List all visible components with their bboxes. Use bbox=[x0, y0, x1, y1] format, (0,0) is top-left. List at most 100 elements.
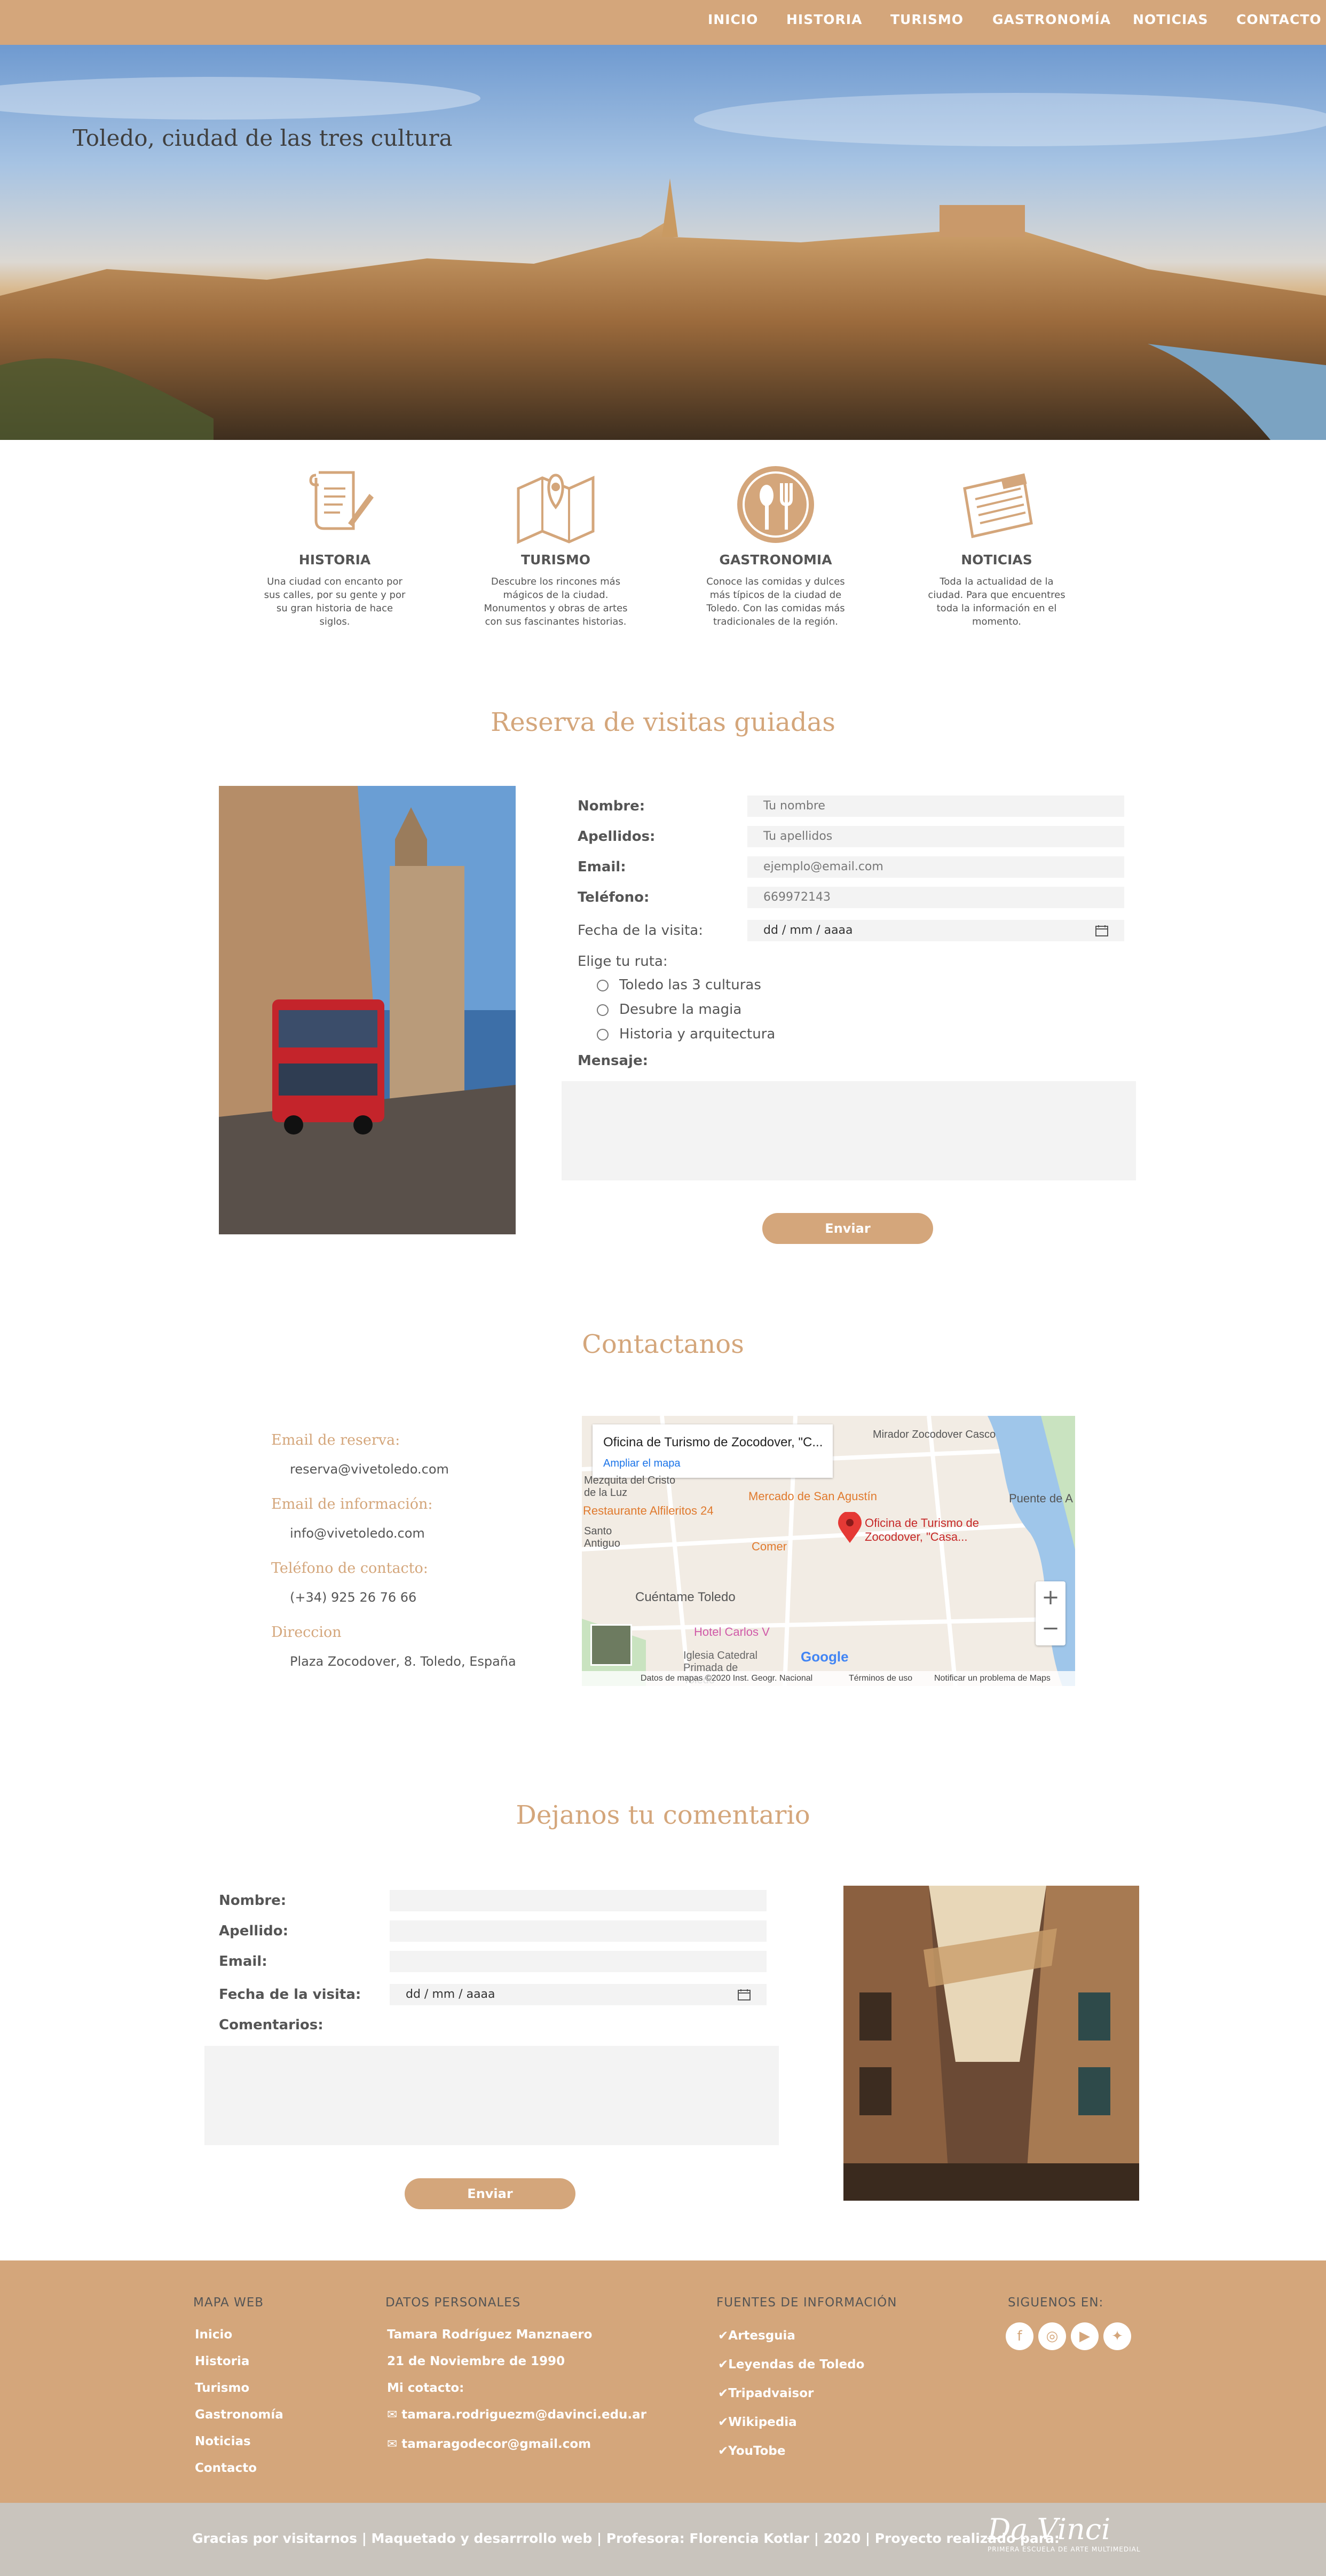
map-place[interactable]: Puente de A bbox=[1009, 1492, 1073, 1506]
map-place[interactable]: Santo Antiguo bbox=[584, 1525, 643, 1550]
route-radio-1[interactable]: Toledo las 3 culturas bbox=[597, 977, 761, 993]
twitter-icon[interactable]: ✦ bbox=[1103, 2322, 1131, 2350]
map-zoom-controls: + − bbox=[1036, 1581, 1065, 1645]
feature-turismo: TURISMO Descubre los rincones más mágico… bbox=[484, 464, 628, 628]
map-place[interactable]: Restaurante Alfileritos 24 bbox=[583, 1504, 714, 1518]
map-pin[interactable] bbox=[838, 1511, 862, 1546]
cutlery-icon bbox=[737, 466, 814, 543]
check-icon: ✔ bbox=[718, 2444, 729, 2458]
map-card-title: Oficina de Turismo de Zocodover, "C... bbox=[603, 1435, 823, 1450]
footer-contacto-label: Mi cotacto: bbox=[387, 2381, 464, 2395]
footer-link-historia[interactable]: Historia bbox=[195, 2354, 249, 2368]
direccion-value: Plaza Zocodover, 8. Toledo, España bbox=[290, 1654, 516, 1669]
zoom-in-button[interactable]: + bbox=[1036, 1581, 1065, 1613]
footer-email-1[interactable]: ✉ tamara.rodriguezm@davinci.edu.ar bbox=[387, 2408, 646, 2422]
email-reserva-value[interactable]: reserva@vivetoledo.com bbox=[290, 1462, 449, 1477]
footer-email-2-text: tamaragodecor@gmail.com bbox=[401, 2437, 591, 2451]
c-nombre-label: Nombre: bbox=[219, 1893, 287, 1909]
facebook-icon[interactable]: f bbox=[1006, 2322, 1033, 2350]
footer-fuente-5[interactable]: ✔YouTobe bbox=[718, 2444, 786, 2458]
comentario-submit-button[interactable]: Enviar bbox=[405, 2178, 575, 2209]
mensaje-label: Mensaje: bbox=[578, 1053, 648, 1069]
instagram-icon[interactable]: ◎ bbox=[1038, 2322, 1066, 2350]
fecha-placeholder: dd / mm / aaaa bbox=[763, 924, 853, 937]
c-email-label: Email: bbox=[219, 1953, 267, 1970]
footer-email-2[interactable]: ✉ tamaragodecor@gmail.com bbox=[387, 2437, 591, 2451]
mail-icon: ✉ bbox=[387, 2437, 402, 2451]
fecha-input[interactable]: dd / mm / aaaa bbox=[747, 920, 1124, 941]
telefono-value: (+34) 925 26 76 66 bbox=[290, 1590, 417, 1605]
davinci-logo[interactable]: Da Vinci PRIMERA ESCUELA DE ARTE MULTIME… bbox=[988, 2514, 1142, 2562]
footer-fuente-4[interactable]: ✔Wikipedia bbox=[718, 2415, 797, 2429]
footer-mapa-heading: MAPA WEB bbox=[193, 2296, 264, 2310]
nav-gastronomia[interactable]: GASTRONOMÍA bbox=[992, 12, 1111, 27]
comentario-title: Dejanos tu comentario bbox=[516, 1800, 810, 1830]
feature-title: HISTORIA bbox=[298, 552, 371, 568]
telefono-input[interactable]: 669972143 bbox=[747, 887, 1124, 908]
top-nav: INICIO HISTORIA TURISMO GASTRONOMÍA NOTI… bbox=[0, 0, 1326, 45]
footer-fuente-text: Tripadvaisor bbox=[728, 2386, 814, 2400]
c-email-input[interactable] bbox=[390, 1951, 767, 1972]
map-place[interactable]: Mercado de San Agustín bbox=[748, 1490, 877, 1503]
nombre-input[interactable]: Tu nombre bbox=[747, 795, 1124, 817]
map-place[interactable]: Mezquita del Cristo de la Luz bbox=[584, 1475, 680, 1499]
footer-link-gastronomia[interactable]: Gastronomía bbox=[195, 2408, 283, 2422]
footer-link-noticias[interactable]: Noticias bbox=[195, 2435, 251, 2448]
c-nombre-input[interactable] bbox=[390, 1890, 767, 1911]
apellidos-input[interactable]: Tu apellidos bbox=[747, 826, 1124, 847]
nav-noticias[interactable]: NOTICIAS bbox=[1133, 12, 1209, 27]
footer-link-inicio[interactable]: Inicio bbox=[195, 2328, 232, 2342]
footer-fuente-2[interactable]: ✔Leyendas de Toledo bbox=[718, 2358, 864, 2372]
footer-link-contacto[interactable]: Contacto bbox=[195, 2461, 257, 2475]
feature-historia: HISTORIA Una ciudad con encanto por sus … bbox=[263, 464, 407, 628]
reserva-submit-button[interactable]: Enviar bbox=[762, 1213, 933, 1244]
calendar-icon[interactable] bbox=[1095, 925, 1108, 936]
mensaje-textarea[interactable] bbox=[562, 1081, 1136, 1180]
nav-contacto[interactable]: CONTACTO bbox=[1236, 12, 1322, 27]
nav-historia[interactable]: HISTORIA bbox=[786, 12, 862, 27]
nav-turismo[interactable]: TURISMO bbox=[890, 12, 964, 27]
footer-fuente-3[interactable]: ✔Tripadvaisor bbox=[718, 2386, 814, 2400]
footer-link-turismo[interactable]: Turismo bbox=[195, 2381, 249, 2395]
nav-inicio[interactable]: INICIO bbox=[708, 12, 758, 27]
map-satellite-toggle[interactable] bbox=[590, 1624, 632, 1666]
footer-fuente-text: Leyendas de Toledo bbox=[728, 2358, 865, 2372]
map-report-link[interactable]: Notificar un problema de Maps bbox=[934, 1674, 1051, 1683]
mail-icon: ✉ bbox=[387, 2408, 402, 2422]
comentarios-textarea[interactable] bbox=[204, 2046, 779, 2145]
telefono-heading: Teléfono de contacto: bbox=[271, 1560, 428, 1577]
map-place[interactable]: Cuéntame Toledo bbox=[635, 1590, 736, 1605]
c-fecha-input[interactable]: dd / mm / aaaa bbox=[390, 1984, 767, 2005]
check-icon: ✔ bbox=[718, 2415, 729, 2429]
nombre-label: Nombre: bbox=[578, 798, 645, 814]
feature-title: TURISMO bbox=[520, 552, 591, 568]
footer-fuente-1[interactable]: ✔Artesguia bbox=[718, 2329, 795, 2343]
google-map[interactable]: Oficina de Turismo de Zocodover, "C... A… bbox=[582, 1416, 1075, 1686]
c-apellido-label: Apellido: bbox=[219, 1923, 288, 1939]
youtube-icon[interactable]: ▶ bbox=[1071, 2322, 1099, 2350]
email-input[interactable]: ejemplo@email.com bbox=[747, 856, 1124, 878]
route-radio-3[interactable]: Historia y arquitectura bbox=[597, 1026, 775, 1042]
c-apellido-input[interactable] bbox=[390, 1920, 767, 1942]
map-icon bbox=[517, 474, 595, 544]
fecha-label: Fecha de la visita: bbox=[578, 923, 703, 939]
map-place[interactable]: Mirador Zocodover Casco bbox=[873, 1429, 1012, 1441]
calendar-icon[interactable] bbox=[738, 1989, 751, 2000]
telefono-label: Teléfono: bbox=[578, 889, 650, 905]
ruta-label: Elige tu ruta: bbox=[578, 954, 668, 970]
feature-desc: Conoce las comidas y dulces más típicos … bbox=[706, 576, 845, 627]
check-icon: ✔ bbox=[718, 2329, 729, 2343]
email-info-value[interactable]: info@vivetoledo.com bbox=[290, 1526, 425, 1541]
map-place[interactable]: Hotel Carlos V bbox=[694, 1625, 770, 1639]
route-radio-2[interactable]: Desubre la magia bbox=[597, 1002, 741, 1018]
zoom-out-button[interactable]: − bbox=[1036, 1613, 1065, 1645]
map-footer: Datos de mapas ©2020 Inst. Geogr. Nacion… bbox=[582, 1671, 1075, 1686]
map-card-link[interactable]: Ampliar el mapa bbox=[603, 1458, 681, 1470]
map-info-card: Oficina de Turismo de Zocodover, "C... A… bbox=[593, 1424, 833, 1478]
bottom-credits: Gracias por visitarnos | Maquetado y des… bbox=[192, 2531, 1060, 2546]
footer-fuente-text: Wikipedia bbox=[728, 2415, 797, 2429]
hero-title: Toledo, ciudad de las tres cultura bbox=[73, 125, 453, 151]
footer-email-1-text: tamara.rodriguezm@davinci.edu.ar bbox=[401, 2408, 647, 2422]
map-place[interactable]: Comer bbox=[752, 1540, 787, 1554]
map-terms-link[interactable]: Términos de uso bbox=[849, 1674, 912, 1683]
